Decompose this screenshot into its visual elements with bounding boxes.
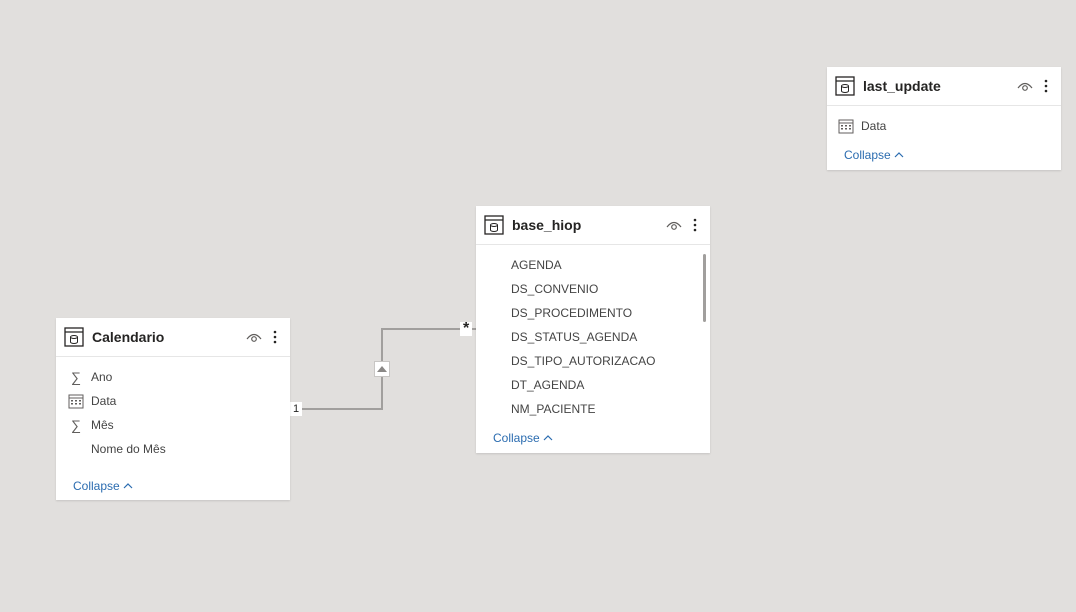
chevron-up-icon: [123, 483, 133, 489]
model-canvas[interactable]: 1 * last_update Data Collapse base_hiop …: [0, 0, 1076, 612]
field-name: Nome do Mês: [91, 442, 166, 456]
eye-icon[interactable]: [1017, 80, 1033, 92]
more-options-icon[interactable]: [268, 329, 282, 345]
field-name: Ano: [91, 370, 113, 384]
sigma-icon: ∑: [71, 369, 81, 385]
collapse-button[interactable]: Collapse: [73, 479, 133, 493]
scrollbar[interactable]: [703, 254, 706, 322]
field-row[interactable]: DS_CONVENIO: [488, 277, 710, 301]
field-name: Data: [861, 119, 887, 133]
more-options-icon[interactable]: [688, 217, 702, 233]
field-row[interactable]: AGENDA: [488, 253, 710, 277]
chevron-up-icon: [894, 152, 904, 158]
field-name: Mês: [91, 418, 114, 432]
table-header[interactable]: base_hiop: [476, 206, 710, 245]
field-name: NM_PACIENTE: [511, 402, 596, 416]
field-name: DS_STATUS_AGENDA: [511, 330, 638, 344]
field-row[interactable]: Data: [68, 389, 290, 413]
field-row[interactable]: Nome do Mês: [68, 437, 290, 461]
field-name: AGENDA: [511, 258, 562, 272]
sigma-icon: ∑: [71, 417, 81, 433]
eye-icon[interactable]: [246, 331, 262, 343]
collapse-button[interactable]: Collapse: [493, 431, 553, 445]
collapse-button[interactable]: Collapse: [844, 148, 904, 162]
table-card-last-update[interactable]: last_update Data Collapse: [827, 67, 1061, 170]
table-icon: [64, 327, 84, 347]
field-row[interactable]: DT_AGENDA: [488, 373, 710, 397]
eye-icon[interactable]: [666, 219, 682, 231]
table-header[interactable]: Calendario: [56, 318, 290, 357]
field-row[interactable]: ∑ Mês: [68, 413, 290, 437]
chevron-up-icon: [543, 435, 553, 441]
table-header[interactable]: last_update: [827, 67, 1061, 106]
table-title: base_hiop: [512, 217, 582, 233]
field-name: DS_CONVENIO: [511, 282, 599, 296]
field-row[interactable]: Data: [838, 114, 1061, 138]
field-name: DS_PROCEDIMENTO: [511, 306, 633, 320]
field-row[interactable]: DS_PROCEDIMENTO: [488, 301, 710, 325]
field-row[interactable]: DS_TIPO_AUTORIZACAO: [488, 349, 710, 373]
field-row[interactable]: DS_STATUS_AGENDA: [488, 325, 710, 349]
table-card-calendario[interactable]: Calendario ∑ Ano Data ∑ Mês Nome do Mês …: [56, 318, 290, 500]
table-icon: [835, 76, 855, 96]
field-name: DT_AGENDA: [511, 378, 585, 392]
calendar-icon: [68, 393, 84, 409]
table-title: Calendario: [92, 329, 165, 345]
table-icon: [484, 215, 504, 235]
field-name: Data: [91, 394, 117, 408]
field-name: DS_TIPO_AUTORIZACAO: [511, 354, 656, 368]
table-card-base-hiop[interactable]: base_hiop AGENDA DS_CONVENIO DS_PROCEDIM…: [476, 206, 710, 453]
calendar-icon: [838, 118, 854, 134]
cross-filter-direction-icon[interactable]: [374, 361, 390, 377]
field-row[interactable]: ∑ Ano: [68, 365, 290, 389]
cardinality-one-label: 1: [290, 402, 303, 416]
table-title: last_update: [863, 78, 941, 94]
field-row[interactable]: NM_PACIENTE: [488, 397, 710, 421]
more-options-icon[interactable]: [1039, 78, 1053, 94]
cardinality-many-label: *: [460, 321, 473, 337]
